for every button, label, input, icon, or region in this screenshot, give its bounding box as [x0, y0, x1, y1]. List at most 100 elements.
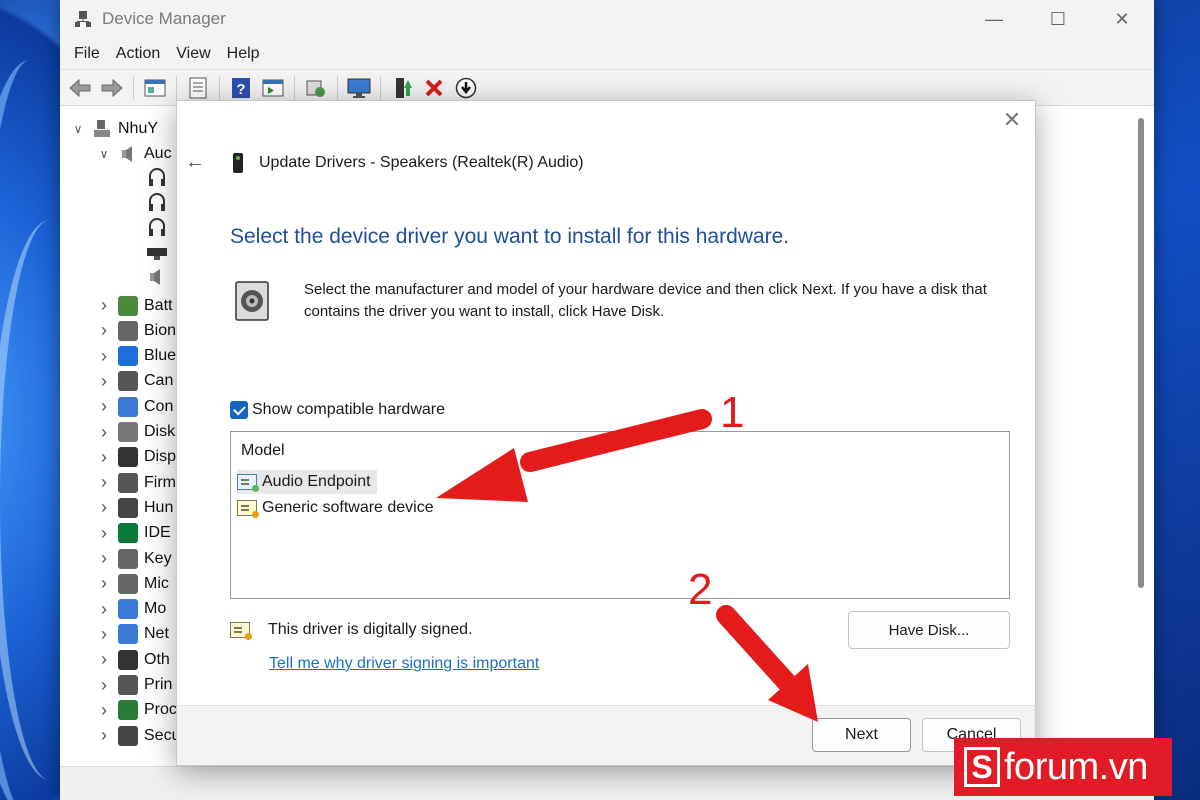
close-button[interactable]: ✕ — [1090, 2, 1154, 36]
device-category-icon — [118, 472, 138, 493]
scan-hardware-icon[interactable] — [302, 74, 330, 102]
monitor-icon[interactable] — [345, 74, 373, 102]
device-category-icon — [118, 346, 138, 367]
uninstall-icon[interactable] — [420, 74, 448, 102]
chevron-right-icon[interactable]: › — [96, 371, 112, 392]
show-compatible-checkbox[interactable] — [230, 401, 248, 419]
tree-item[interactable]: › Proc — [96, 698, 177, 723]
device-category-icon — [118, 295, 138, 316]
disable-icon[interactable] — [452, 74, 480, 102]
tree-item[interactable]: › Firm — [96, 470, 176, 495]
tree-item[interactable]: › Can — [96, 369, 173, 394]
dialog-title: Update Drivers - Speakers (Realtek(R) Au… — [259, 153, 584, 171]
step-number-2: 2 — [688, 565, 713, 614]
chevron-right-icon[interactable]: › — [96, 700, 112, 721]
tree-item-label: IDE — [144, 524, 171, 542]
back-arrow-icon[interactable]: ← — [185, 151, 207, 174]
chevron-right-icon[interactable]: › — [96, 447, 112, 468]
chevron-right-icon[interactable]: › — [96, 725, 112, 746]
chevron-right-icon[interactable]: › — [96, 624, 112, 645]
signed-text: This driver is digitally signed. — [268, 621, 473, 638]
view-icon[interactable] — [259, 74, 287, 102]
chevron-right-icon[interactable]: › — [96, 573, 112, 594]
tree-item[interactable]: › IDE — [96, 521, 171, 546]
tree-item-label: Firm — [144, 473, 176, 491]
scrollbar[interactable] — [1138, 118, 1144, 588]
model-list[interactable]: Model Audio Endpoint Generic software de… — [230, 431, 1010, 599]
list-item[interactable]: Audio Endpoint — [237, 470, 377, 494]
computer-icon — [94, 119, 110, 137]
maximize-button[interactable]: ☐ — [1026, 2, 1090, 36]
tree-item[interactable]: › Mo — [96, 597, 166, 622]
chevron-right-icon[interactable]: › — [96, 649, 112, 670]
chevron-right-icon[interactable]: › — [96, 599, 112, 620]
tree-item[interactable]: › Con — [96, 394, 173, 419]
signed-certificate-icon — [230, 622, 252, 640]
window-title: Device Manager — [102, 9, 226, 28]
watermark-s-icon: S — [964, 747, 1000, 787]
device-category-icon — [118, 447, 138, 468]
device-category-icon — [118, 371, 138, 392]
chevron-right-icon[interactable]: › — [96, 472, 112, 493]
tree-item-audio-expanded[interactable]: ∨ Auc — [96, 141, 172, 166]
show-compatible-row[interactable]: Show compatible hardware — [230, 401, 445, 419]
properties-icon[interactable] — [141, 74, 169, 102]
device-category-icon — [118, 700, 138, 721]
tree-item[interactable]: › Bion — [96, 318, 176, 343]
tree-item[interactable]: › Net — [96, 622, 169, 647]
chevron-right-icon[interactable]: › — [96, 320, 112, 341]
menu-action[interactable]: Action — [108, 45, 168, 63]
next-button[interactable]: Next — [812, 718, 911, 752]
tree-item[interactable]: › Disp — [96, 445, 176, 470]
tree-item[interactable]: › Disk — [96, 420, 175, 445]
menu-file[interactable]: File — [66, 45, 108, 63]
tree-item[interactable]: › Prin — [96, 673, 172, 698]
tree-item[interactable]: › Key — [96, 546, 172, 571]
tree-root[interactable]: ∨ NhuY — [70, 116, 158, 141]
driver-signing-link[interactable]: Tell me why driver signing is important — [269, 655, 539, 673]
device-category-icon — [118, 320, 138, 341]
tree-item[interactable]: › Batt — [96, 293, 172, 318]
list-item[interactable]: Generic software device — [237, 496, 440, 520]
chevron-right-icon[interactable]: › — [96, 346, 112, 367]
tree-item-label: Disp — [144, 448, 177, 466]
chevron-down-icon[interactable]: ∨ — [96, 147, 112, 161]
chevron-down-icon[interactable]: ∨ — [70, 122, 86, 136]
show-hide-icon[interactable] — [184, 74, 212, 102]
tree-item[interactable]: › Hun — [96, 495, 173, 520]
tree-item-label: Hun — [144, 498, 174, 516]
minimize-button[interactable]: — — [962, 2, 1026, 36]
chevron-right-icon[interactable]: › — [96, 523, 112, 544]
chevron-right-icon[interactable]: › — [96, 295, 112, 316]
dialog-description: Select the manufacturer and model of you… — [304, 281, 987, 320]
tree-item-label: Net — [144, 625, 169, 643]
title-bar[interactable]: Device Manager — ☐ ✕ — [60, 0, 1154, 38]
chevron-right-icon[interactable]: › — [96, 497, 112, 518]
menu-help[interactable]: Help — [219, 45, 268, 63]
chevron-right-icon[interactable]: › — [96, 422, 112, 443]
tree-item[interactable]: › Blue — [96, 344, 176, 369]
speaker-hardware-icon — [235, 281, 269, 321]
update-driver-icon[interactable] — [388, 74, 416, 102]
chevron-right-icon[interactable]: › — [96, 396, 112, 417]
back-arrow-icon[interactable] — [66, 74, 94, 102]
tree-item-label: Prin — [144, 676, 173, 693]
tree-item-label: Blue — [144, 347, 177, 365]
tree-item[interactable]: › Secu — [96, 723, 180, 748]
chevron-right-icon[interactable]: › — [96, 675, 112, 696]
show-compatible-label: Show compatible hardware — [252, 401, 445, 418]
tree-item-label: Mic — [144, 574, 169, 592]
tree-item[interactable]: › Oth — [96, 647, 170, 672]
menu-view[interactable]: View — [168, 45, 218, 63]
tree-item-label: Disk — [144, 423, 176, 440]
tree-item[interactable]: › Mic — [96, 571, 169, 596]
help-icon[interactable]: ? — [227, 74, 255, 102]
chevron-right-icon[interactable]: › — [96, 548, 112, 569]
have-disk-button[interactable]: Have Disk... — [848, 611, 1010, 649]
tree-item-label: Oth — [144, 650, 170, 668]
step-number-1: 1 — [720, 388, 745, 437]
forward-arrow-icon[interactable] — [98, 74, 126, 102]
dialog-close-icon[interactable]: ✕ — [1001, 109, 1023, 131]
device-category-icon — [118, 396, 138, 417]
tree-item-label: Batt — [144, 296, 173, 314]
